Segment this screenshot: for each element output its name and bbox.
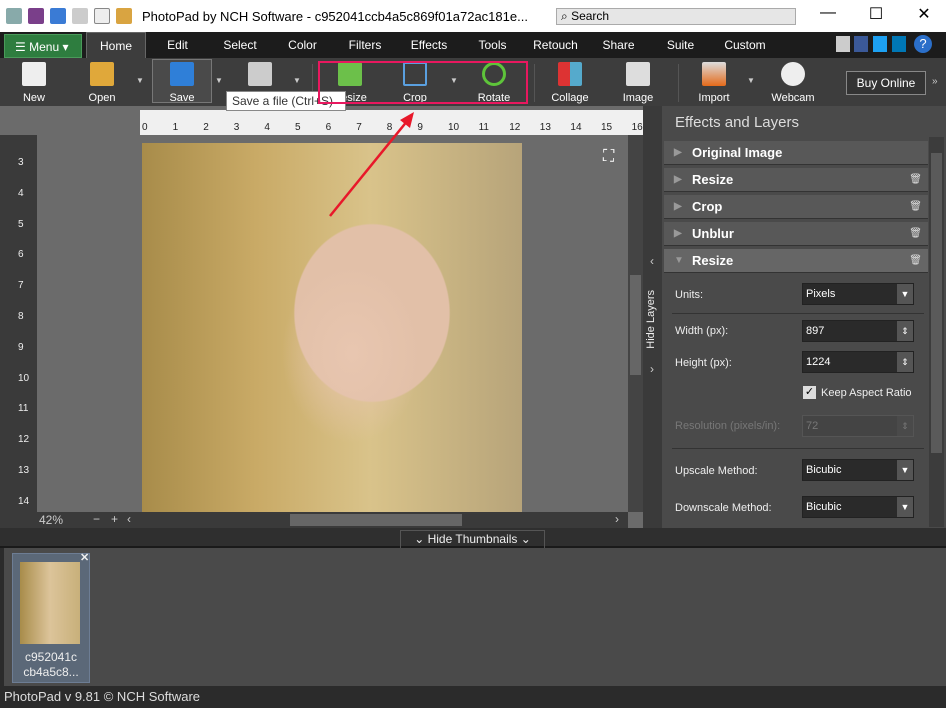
annotation-arrow — [329, 112, 414, 217]
